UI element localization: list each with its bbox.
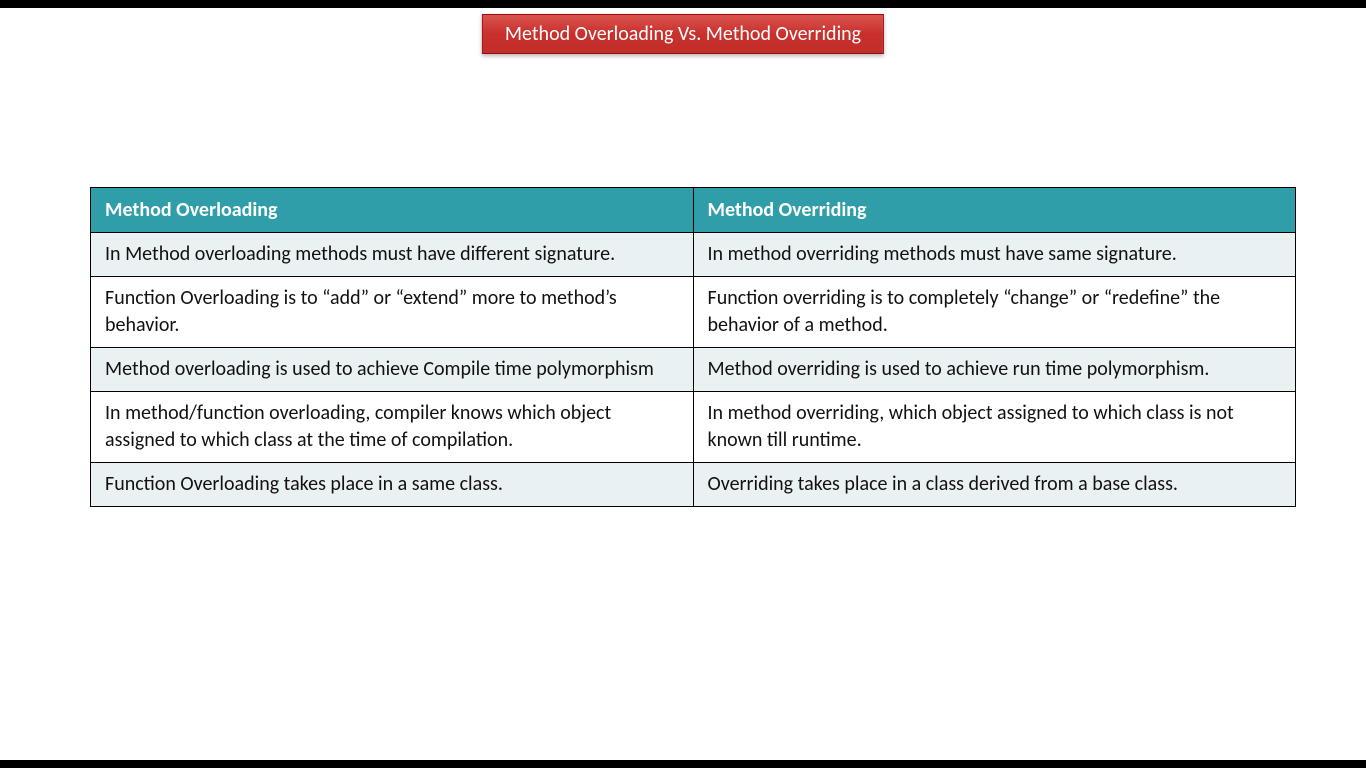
cell-overloading: In method/function overloading, compiler… xyxy=(91,392,694,463)
cell-overloading: Function Overloading is to “add” or “ext… xyxy=(91,277,694,348)
bottom-border-bar xyxy=(0,760,1366,768)
comparison-table: Method Overloading Method Overriding In … xyxy=(90,187,1296,507)
cell-overriding: In method overriding methods must have s… xyxy=(693,233,1296,277)
header-overloading: Method Overloading xyxy=(91,188,694,233)
table-header-row: Method Overloading Method Overriding xyxy=(91,188,1296,233)
top-border-bar xyxy=(0,0,1366,8)
cell-overriding: Overriding takes place in a class derive… xyxy=(693,463,1296,507)
header-overriding: Method Overriding xyxy=(693,188,1296,233)
cell-overloading: Function Overloading takes place in a sa… xyxy=(91,463,694,507)
comparison-table-container: Method Overloading Method Overriding In … xyxy=(90,187,1296,507)
cell-overloading: In Method overloading methods must have … xyxy=(91,233,694,277)
cell-overloading: Method overloading is used to achieve Co… xyxy=(91,348,694,392)
cell-overriding: Function overriding is to completely “ch… xyxy=(693,277,1296,348)
slide-title: Method Overloading Vs. Method Overriding xyxy=(482,14,884,54)
cell-overriding: Method overriding is used to achieve run… xyxy=(693,348,1296,392)
table-row: In Method overloading methods must have … xyxy=(91,233,1296,277)
table-row: Method overloading is used to achieve Co… xyxy=(91,348,1296,392)
cell-overriding: In method overriding, which object assig… xyxy=(693,392,1296,463)
table-row: Function Overloading is to “add” or “ext… xyxy=(91,277,1296,348)
table-row: In method/function overloading, compiler… xyxy=(91,392,1296,463)
table-row: Function Overloading takes place in a sa… xyxy=(91,463,1296,507)
